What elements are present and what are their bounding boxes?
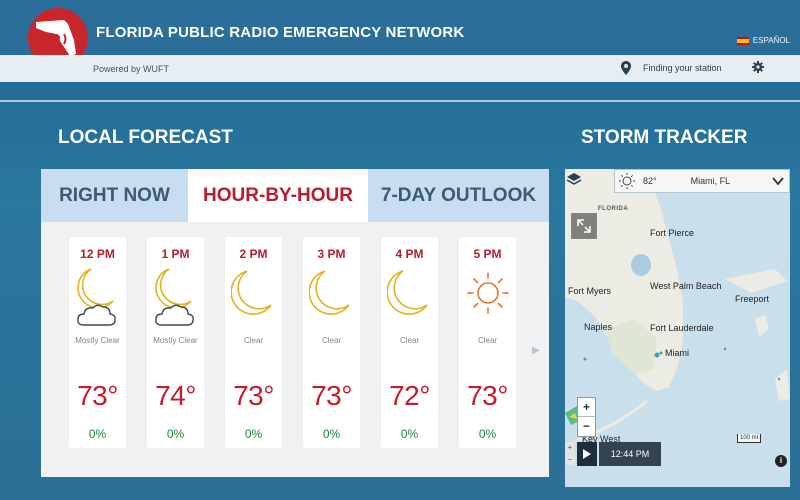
app-title: FLORIDA PUBLIC RADIO EMERGENCY NETWORK bbox=[96, 24, 465, 41]
sub-header-bar: Powered by WUFT Finding your station bbox=[0, 55, 800, 82]
map-label-miami: Miami bbox=[665, 348, 689, 358]
location-pin-icon bbox=[621, 61, 631, 75]
forecast-tabs: RIGHT NOW HOUR-BY-HOUR 7-DAY OUTLOOK bbox=[41, 169, 549, 222]
hour-card: 4 PM Clear 72° 0% bbox=[381, 237, 438, 448]
radar-playback: + − 12:44 PM bbox=[565, 442, 661, 466]
map-label-fort-myers: Fort Myers bbox=[568, 286, 612, 296]
language-toggle[interactable]: ESPAÑOL bbox=[736, 36, 790, 45]
language-label: ESPAÑOL bbox=[752, 36, 790, 45]
zoom-in-button[interactable]: + bbox=[578, 398, 595, 417]
hour-condition: Mostly Clear bbox=[75, 336, 120, 345]
next-arrow-icon[interactable]: ▶ bbox=[532, 345, 540, 356]
hour-condition: Mostly Clear bbox=[153, 336, 198, 345]
hour-precip: 0% bbox=[322, 427, 341, 441]
chevron-down-icon[interactable] bbox=[771, 174, 785, 188]
local-forecast-title: LOCAL FORECAST bbox=[58, 127, 233, 148]
hour-temp: 74° bbox=[155, 380, 196, 411]
map-label-west-palm: West Palm Beach bbox=[650, 281, 722, 291]
hour-card: 1 PM Mostly Clear 74° 0% bbox=[147, 237, 204, 448]
hour-time: 3 PM bbox=[317, 247, 346, 261]
map-label-freeport: Freeport bbox=[735, 294, 770, 304]
moon-cloud-icon bbox=[155, 268, 194, 326]
hour-time: 4 PM bbox=[395, 247, 424, 261]
storm-tracker-title: STORM TRACKER bbox=[581, 127, 748, 148]
hour-time: 5 PM bbox=[473, 247, 502, 261]
moon-icon bbox=[231, 270, 272, 315]
hour-precip: 0% bbox=[478, 427, 497, 441]
hour-condition: Clear bbox=[399, 336, 420, 345]
zoom-controls: + − bbox=[577, 397, 596, 437]
layers-icon[interactable] bbox=[566, 171, 582, 187]
hour-temp: 73° bbox=[467, 380, 508, 411]
tab-right-now[interactable]: RIGHT NOW bbox=[41, 169, 188, 222]
location-temp: 82° bbox=[643, 176, 657, 186]
map-label-fort-lauderdale: Fort Lauderdale bbox=[650, 323, 714, 333]
hour-condition: Clear bbox=[321, 336, 342, 345]
tab-7-day-outlook[interactable]: 7-DAY OUTLOOK bbox=[368, 169, 549, 222]
hour-card: 3 PM Clear 73° 0% bbox=[303, 237, 360, 448]
hour-precip: 0% bbox=[400, 427, 419, 441]
map-scale: 100 mi bbox=[737, 434, 762, 443]
hour-precip: 0% bbox=[88, 427, 107, 441]
forecast-panel: RIGHT NOW HOUR-BY-HOUR 7-DAY OUTLOOK 12 … bbox=[41, 169, 549, 477]
hour-card: 5 PM Clear 73° 0% bbox=[459, 237, 516, 448]
step-controls: + − bbox=[565, 442, 577, 466]
sun-icon bbox=[467, 272, 509, 314]
hour-temp: 73° bbox=[77, 380, 118, 411]
moon-icon bbox=[387, 270, 428, 315]
finding-station-link[interactable]: Finding your station bbox=[621, 61, 722, 75]
info-icon[interactable]: i bbox=[775, 455, 787, 467]
sun-icon bbox=[619, 173, 635, 189]
hour-time: 2 PM bbox=[239, 247, 268, 261]
hour-precip: 0% bbox=[166, 427, 185, 441]
moon-cloud-icon bbox=[77, 268, 116, 326]
zoom-out-button[interactable]: − bbox=[578, 417, 595, 436]
map-label-naples: Naples bbox=[584, 322, 613, 332]
spain-flag-icon bbox=[736, 36, 749, 45]
map-label-fort-pierce: Fort Pierce bbox=[650, 228, 695, 238]
tab-hour-by-hour[interactable]: HOUR-BY-HOUR bbox=[188, 169, 368, 222]
location-city: Miami, FL bbox=[690, 176, 731, 186]
hour-temp: 73° bbox=[233, 380, 274, 411]
gear-icon[interactable] bbox=[752, 61, 764, 73]
radar-timestamp: 12:44 PM bbox=[599, 442, 661, 466]
hour-card: 12 PM Mostly Clear 73° 0% bbox=[69, 237, 126, 448]
hour-time: 12 PM bbox=[80, 247, 115, 261]
hour-time: 1 PM bbox=[161, 247, 190, 261]
hour-temp: 73° bbox=[311, 380, 352, 411]
header-divider bbox=[0, 100, 800, 102]
hour-condition: Clear bbox=[243, 336, 264, 345]
step-back-button[interactable]: − bbox=[565, 454, 575, 465]
finding-station-label: Finding your station bbox=[643, 63, 722, 73]
hour-card: 2 PM Clear 73° 0% bbox=[225, 237, 282, 448]
expand-map-button[interactable] bbox=[571, 213, 597, 239]
play-button[interactable] bbox=[577, 442, 597, 466]
hourly-cards: 12 PM Mostly Clear 73° 0% 1 PM Mostly Cl… bbox=[69, 237, 516, 448]
map-label-florida: FLORIDA bbox=[598, 206, 629, 212]
expand-icon bbox=[577, 219, 591, 233]
play-icon bbox=[583, 449, 591, 459]
moon-icon bbox=[309, 270, 350, 315]
powered-by: Powered by WUFT bbox=[93, 64, 170, 74]
hour-precip: 0% bbox=[244, 427, 263, 441]
hour-condition: Clear bbox=[477, 336, 498, 345]
hour-temp: 72° bbox=[389, 380, 430, 411]
location-selector[interactable]: 82° Miami, FL bbox=[614, 169, 790, 193]
step-forward-button[interactable]: + bbox=[565, 442, 575, 453]
